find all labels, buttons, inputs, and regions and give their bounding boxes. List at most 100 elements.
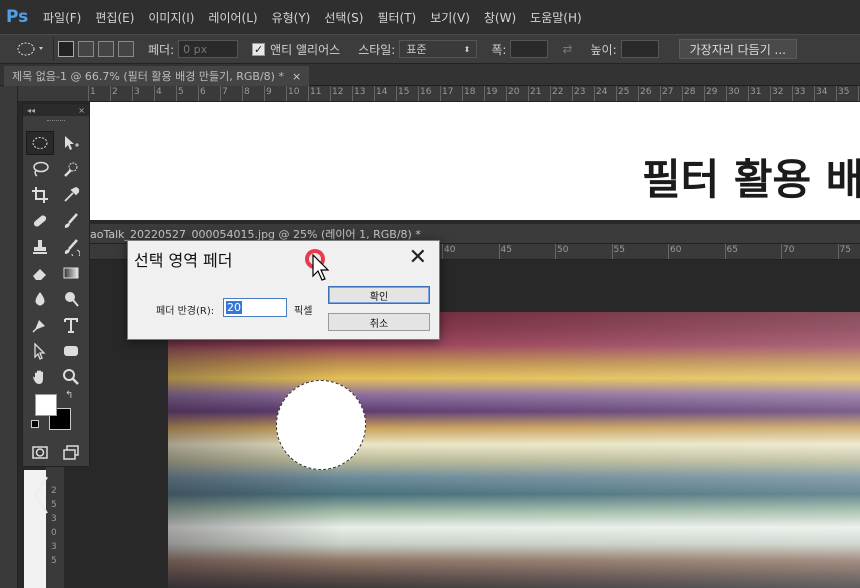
cancel-button[interactable]: 취소 (328, 313, 430, 331)
width-input[interactable] (510, 40, 549, 58)
ruler-tick (440, 86, 441, 101)
quick-mask-icon (32, 446, 48, 459)
ruler-tick (814, 86, 815, 101)
history-brush-tool[interactable] (57, 235, 85, 259)
screen-mode-icon (63, 445, 79, 460)
ruler-tick-label: 5 (51, 556, 57, 566)
zoom-tool[interactable] (57, 365, 85, 389)
ruler-tick-label: 40 (444, 245, 456, 255)
add-selection-icon[interactable] (78, 41, 94, 57)
clone-stamp-tool[interactable] (26, 235, 54, 259)
gradient-tool[interactable] (57, 261, 85, 285)
panel-grip[interactable] (23, 116, 89, 126)
shape-tool[interactable] (57, 339, 85, 363)
type-tool[interactable] (57, 313, 85, 337)
ruler-tick-label: 22 (552, 87, 564, 97)
subtract-selection-icon[interactable] (98, 41, 114, 57)
ruler-tick (781, 244, 782, 259)
refine-edge-button[interactable]: 가장자리 다듬기 ... (678, 39, 797, 59)
lasso-icon (33, 161, 49, 177)
document-canvas[interactable]: 필터 활용 배 (90, 102, 860, 220)
feather-radius-input[interactable]: 20 (223, 298, 287, 317)
collapse-icon[interactable]: ◂◂ (27, 106, 35, 115)
new-selection-icon[interactable] (58, 41, 74, 57)
default-colors-icon[interactable] (31, 420, 39, 428)
menu-image[interactable]: 이미지(I) (141, 0, 201, 34)
quick-selection-tool[interactable] (57, 157, 85, 181)
healing-brush-tool[interactable] (26, 209, 54, 233)
tool-preset-picker[interactable] (8, 37, 54, 61)
ruler-tick-label: 17 (442, 87, 454, 97)
blur-tool[interactable] (26, 287, 54, 311)
document-tabs: 제목 없음-1 @ 66.7% (필터 활용 배경 만들기, RGB/8) * … (0, 64, 860, 86)
feather-radius-value: 20 (226, 301, 242, 314)
close-icon[interactable]: ✕ (409, 245, 427, 270)
ruler-tick-label: 70 (783, 245, 795, 255)
menu-view[interactable]: 보기(V) (423, 0, 477, 34)
menu-type[interactable]: 유형(Y) (265, 0, 318, 34)
menu-window[interactable]: 창(W) (477, 0, 523, 34)
tools-panel-header[interactable]: ◂◂ × (23, 104, 89, 116)
ruler-tick-label: 26 (640, 87, 652, 97)
move-tool[interactable] (57, 131, 85, 155)
ruler-tick-label: 0 (51, 528, 57, 538)
ok-button[interactable]: 확인 (328, 286, 430, 304)
menu-filter[interactable]: 필터(T) (370, 0, 423, 34)
feather-input[interactable]: 0 px (178, 40, 239, 58)
ruler-tick-label: 1 (90, 87, 96, 97)
eraser-tool[interactable] (26, 261, 54, 285)
quick-mask-tool[interactable] (26, 440, 54, 464)
antialias-checkbox[interactable]: ✓ (252, 42, 266, 56)
foreground-color-swatch[interactable] (35, 394, 57, 416)
ruler-tick (550, 86, 551, 101)
close-icon[interactable]: × (78, 106, 85, 115)
height-input[interactable] (620, 40, 659, 58)
ruler-tick (484, 86, 485, 101)
menu-layer[interactable]: 레이어(L) (201, 0, 264, 34)
ruler-tick-label: 8 (244, 87, 250, 97)
type-icon (64, 318, 78, 333)
elliptical-selection[interactable] (276, 380, 366, 470)
ruler-tick (555, 244, 556, 259)
path-selection-tool[interactable] (26, 339, 54, 363)
swap-icon[interactable]: ⇄ (562, 42, 572, 56)
screen-mode-tool[interactable] (57, 440, 85, 464)
menu-edit[interactable]: 편집(E) (88, 0, 141, 34)
ruler-tick (286, 86, 287, 101)
gradient-icon (63, 267, 79, 279)
elliptical-marquee-tool[interactable] (26, 131, 54, 155)
ruler-tick (88, 86, 89, 101)
style-select[interactable]: 표준 ⬍ (399, 40, 478, 58)
ruler-tick (594, 86, 595, 101)
ruler-tick-label: 55 (613, 245, 625, 255)
ruler-tick-label: 10 (288, 87, 300, 97)
ruler-tick-label: 3 (51, 542, 57, 552)
eyedropper-tool[interactable] (57, 183, 85, 207)
menu-file[interactable]: 파일(F) (36, 0, 88, 34)
intersect-selection-icon[interactable] (118, 41, 134, 57)
crop-tool[interactable] (26, 183, 54, 207)
brush-icon (64, 213, 78, 228)
document-tab[interactable]: 제목 없음-1 @ 66.7% (필터 활용 배경 만들기, RGB/8) * … (4, 66, 310, 86)
ruler-tick (837, 244, 839, 259)
eraser-icon (33, 269, 46, 280)
menu-select[interactable]: 선택(S) (317, 0, 370, 34)
ruler-tick-label: 27 (662, 87, 674, 97)
brush-tool[interactable] (57, 209, 85, 233)
menu-help[interactable]: 도움말(H) (523, 0, 589, 34)
ruler-tick (724, 244, 726, 259)
ruler-tick (726, 86, 727, 101)
close-icon[interactable]: × (292, 70, 301, 83)
ruler-tick-label: 3 (51, 514, 57, 524)
ruler-tick (660, 86, 661, 101)
dodge-tool[interactable] (57, 287, 85, 311)
antialias-label: 앤티 앨리어스 (270, 42, 341, 57)
pen-tool[interactable] (26, 313, 54, 337)
chevron-left-icon[interactable]: 〈 (10, 464, 50, 522)
lasso-tool[interactable] (26, 157, 54, 181)
feather-label: 페더: (148, 42, 175, 57)
hand-tool[interactable] (26, 365, 54, 389)
ruler-tick (616, 86, 617, 101)
swap-colors-icon[interactable]: ↰ (65, 390, 73, 401)
ellipse-marquee-icon (17, 42, 43, 56)
